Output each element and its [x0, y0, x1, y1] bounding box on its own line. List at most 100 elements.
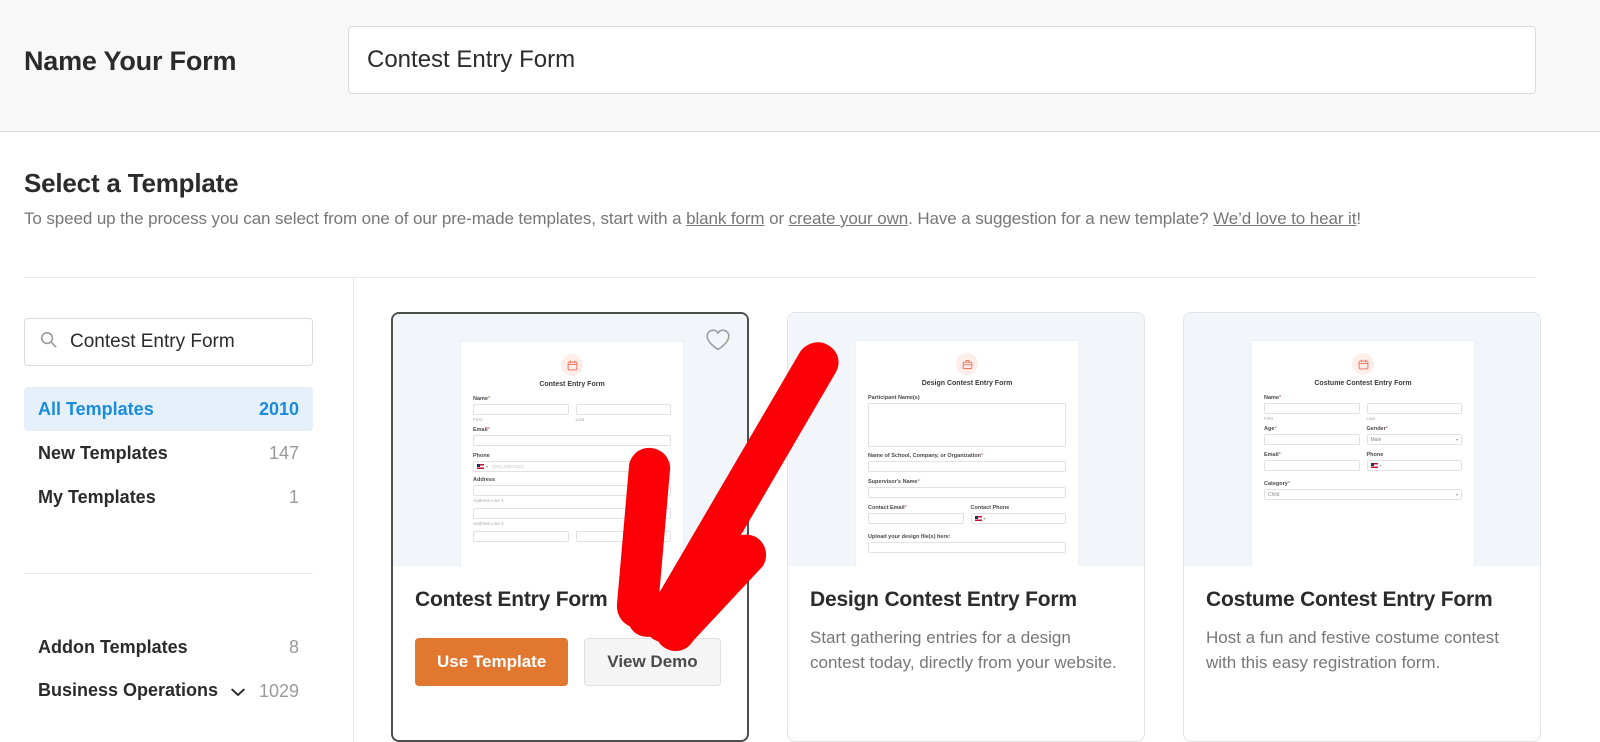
heart-icon[interactable]	[705, 328, 731, 354]
search-templates-box[interactable]	[24, 318, 313, 366]
chevron-down-icon: ▾	[1379, 463, 1382, 468]
required-marker: *	[1278, 452, 1281, 458]
sidebar-item-label: My Templates	[38, 486, 156, 507]
mini-form-mock: Costume Contest Entry Form Name* First L…	[1252, 341, 1474, 566]
template-preview: Design Contest Entry Form Participant Na…	[788, 313, 1144, 566]
template-card-grid: Contest Entry Form Name* First Last Emai…	[353, 277, 1600, 742]
preview-field-label: Phone	[1366, 452, 1384, 458]
preview-input	[868, 542, 1066, 553]
preview-field-label: Participant Name(s)	[868, 395, 920, 401]
search-input[interactable]	[70, 331, 285, 353]
preview-input	[1264, 434, 1360, 445]
preview-input	[473, 485, 671, 496]
template-sidebar: All Templates 2010 New Templates 147 My …	[0, 277, 353, 742]
preview-form-title: Design Contest Entry Form	[921, 380, 1013, 387]
preview-field-label: Email*	[473, 427, 671, 433]
preview-field-label: Address	[473, 477, 496, 483]
template-card-contest-entry-form[interactable]: Contest Entry Form Name* First Last Emai…	[391, 312, 749, 742]
preview-field-label: Name*	[473, 396, 671, 402]
preview-form-title: Contest Entry Form	[539, 381, 605, 388]
required-marker: *	[1274, 426, 1277, 432]
sidebar-divider	[24, 573, 313, 574]
sidebar-item-all-templates[interactable]: All Templates 2010	[24, 387, 313, 431]
card-actions: Use Template View Demo	[415, 638, 721, 686]
sidebar-item-my-templates[interactable]: My Templates 1	[24, 475, 313, 519]
preview-sublabel: Address Line 2	[473, 521, 504, 526]
label-text: Category	[1264, 481, 1288, 487]
preview-field-label: Email*	[1264, 452, 1360, 458]
label-text: Supervisor's Name	[868, 479, 918, 485]
preview-field-label: Gender*	[1367, 426, 1463, 432]
label-text: Age	[1264, 426, 1275, 432]
chevron-down-icon: ▾	[486, 464, 489, 469]
desc-or: or	[764, 209, 789, 228]
preview-input	[1366, 403, 1462, 414]
section-description: To speed up the process you can select f…	[24, 209, 1361, 229]
template-browser: All Templates 2010 New Templates 147 My …	[0, 277, 1600, 742]
card-description: Host a fun and festive costume contest w…	[1206, 628, 1499, 672]
preview-phone-input: ▾ (201) 555-0123	[473, 461, 671, 472]
chevron-down-icon: ▾	[983, 516, 986, 521]
mini-form-mock: Contest Entry Form Name* First Last Emai…	[461, 342, 683, 566]
preview-field-label: Phone	[473, 453, 490, 459]
card-title: Contest Entry Form	[415, 588, 608, 611]
preview-phone-placeholder: (201) 555-0123	[492, 464, 524, 469]
sidebar-item-count: 8	[288, 636, 299, 657]
preview-select-value: Child	[1268, 491, 1280, 498]
us-flag-icon	[974, 516, 982, 521]
label-text: Contact Email	[868, 505, 905, 511]
preview-input	[473, 531, 569, 542]
suggestion-link[interactable]: We’d love to hear it	[1213, 209, 1356, 228]
preview-sublabel: Last	[1366, 416, 1376, 421]
sidebar-item-new-templates[interactable]: New Templates 147	[24, 431, 313, 475]
label-text: Name	[473, 396, 488, 402]
chevron-down-icon: ▾	[1455, 492, 1458, 497]
sidebar-item-business-operations[interactable]: Business Operations 1029	[24, 669, 313, 713]
view-demo-button[interactable]: View Demo	[584, 638, 721, 686]
preview-input	[1264, 403, 1360, 414]
sidebar-item-count: 147	[268, 442, 299, 463]
chevron-down-icon[interactable]	[231, 681, 245, 702]
preview-field-label: Contact Email*	[868, 505, 964, 511]
form-name-input[interactable]	[348, 26, 1536, 94]
blank-form-link[interactable]: blank form	[686, 209, 764, 228]
preview-sublabel: Address Line 1	[473, 498, 504, 503]
preview-sublabel: First	[473, 417, 482, 422]
required-marker: *	[1385, 426, 1388, 432]
required-marker: *	[904, 505, 907, 511]
template-preview: Costume Contest Entry Form Name* First L…	[1184, 313, 1540, 566]
label-text: Email	[473, 427, 488, 433]
briefcase-icon	[956, 353, 978, 375]
name-your-form-label: Name Your Form	[24, 46, 237, 76]
template-card-costume-contest-entry-form[interactable]: Costume Contest Entry Form Name* First L…	[1183, 312, 1541, 742]
preview-input	[868, 513, 964, 524]
preview-field-label: Category*	[1264, 481, 1462, 487]
preview-input	[473, 404, 569, 415]
label-text: Name of School, Company, or Organization	[868, 453, 981, 459]
template-card-design-contest-entry-form[interactable]: Design Contest Entry Form Participant Na…	[787, 312, 1145, 742]
preview-field-label: Upload your design file(s) here:	[868, 534, 951, 540]
create-your-own-link[interactable]: create your own	[789, 209, 909, 228]
sidebar-item-label: All Templates	[38, 398, 154, 419]
preview-field-label: Age*	[1264, 426, 1360, 432]
required-marker: *	[487, 427, 490, 433]
preview-sublabel: Last	[575, 417, 585, 422]
sidebar-item-count: 1	[288, 486, 299, 507]
calendar-icon	[561, 354, 583, 376]
card-description: Start gathering entries for a design con…	[810, 628, 1117, 672]
preview-field-label: Contact Phone	[970, 505, 1010, 511]
sidebar-item-label: New Templates	[38, 442, 168, 463]
preview-select: Male ▾	[1366, 434, 1462, 445]
preview-form-title: Costume Contest Entry Form	[1314, 380, 1412, 387]
preview-textarea	[868, 403, 1066, 447]
card-body: Contest Entry Form Use Template View Dem…	[393, 566, 747, 686]
use-template-button[interactable]: Use Template	[415, 638, 569, 686]
desc-text-1: To speed up the process you can select f…	[24, 209, 687, 228]
sidebar-secondary-nav: Addon Templates 8 Business Operations 10…	[24, 625, 313, 713]
preview-field-label: Name*	[1264, 395, 1462, 401]
preview-select: Child ▾	[1264, 489, 1462, 500]
preview-sublabel: First	[1264, 416, 1273, 421]
sidebar-item-addon-templates[interactable]: Addon Templates 8	[24, 625, 313, 669]
preview-phone-input: ▾	[970, 513, 1066, 524]
preview-input	[575, 531, 671, 542]
